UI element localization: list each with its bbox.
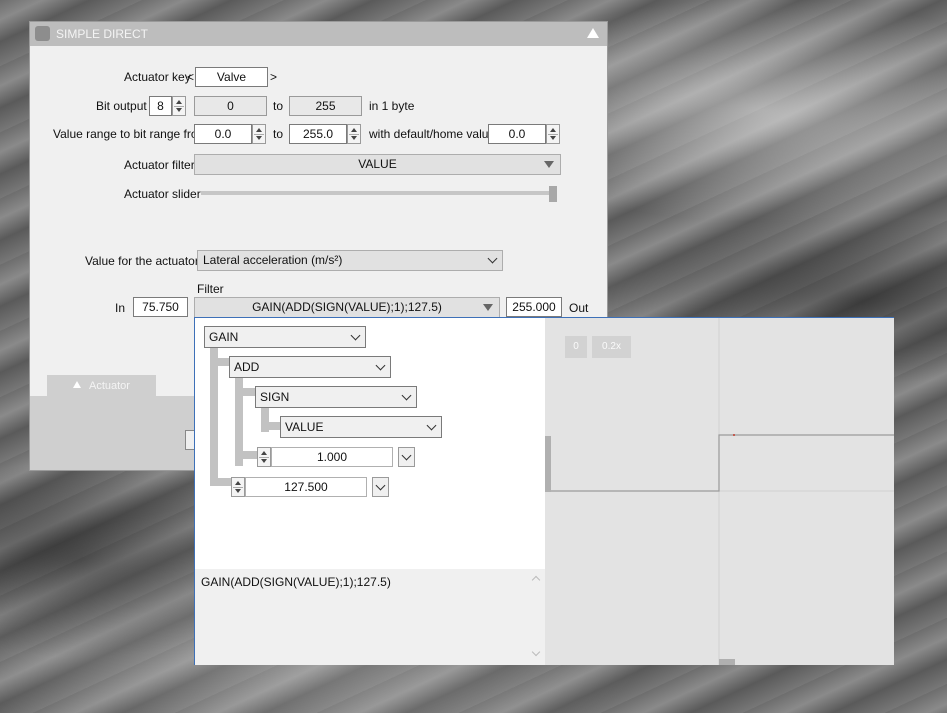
dropdown-arrow-icon — [483, 304, 493, 311]
in-label: In — [115, 301, 126, 315]
default-value-stepper[interactable] — [546, 124, 560, 144]
bit-output-stepper[interactable] — [172, 96, 186, 116]
actuator-key-next-button[interactable]: > — [270, 70, 277, 84]
out-label: Out — [569, 301, 589, 315]
scroll-up-icon[interactable] — [531, 575, 541, 585]
node-value-dropdown[interactable]: VALUE — [280, 416, 442, 438]
bit-range-from: 0 — [194, 96, 267, 116]
filter-heading: Filter — [197, 282, 224, 296]
actuator-slider-track[interactable] — [201, 191, 557, 195]
actuator-slider-label: Actuator slider — [124, 187, 201, 201]
actuator-slider-thumb[interactable] — [549, 186, 557, 202]
default-value-field[interactable]: 0.0 — [488, 124, 546, 144]
graph-left-handle[interactable] — [545, 436, 551, 492]
node-add-dropdown[interactable]: ADD — [229, 356, 391, 378]
chevron-down-icon — [401, 390, 412, 401]
tab-actuator[interactable]: Actuator — [47, 375, 156, 397]
graph-zoom-button[interactable]: 0.2x — [592, 336, 631, 358]
current-value-marker — [733, 434, 735, 436]
graph-bottom-handle[interactable] — [719, 659, 735, 665]
chevron-down-icon — [375, 360, 386, 371]
tree-connector — [210, 478, 232, 486]
in-value-field: 75.750 — [133, 297, 188, 317]
bit-output-field[interactable]: 8 — [149, 96, 172, 116]
node-sign-dropdown[interactable]: SIGN — [255, 386, 417, 408]
chevron-down-icon — [350, 330, 361, 341]
bit-range-to: 255 — [289, 96, 362, 116]
tab-up-icon — [73, 381, 81, 388]
graph-reset-button[interactable]: 0 — [565, 336, 587, 358]
out-value-field: 255.000 — [506, 297, 562, 317]
chevron-down-icon — [401, 450, 412, 461]
filter-expression-value: GAIN(ADD(SIGN(VALUE);1);127.5) — [252, 300, 442, 314]
gain-constant-stepper[interactable] — [231, 477, 245, 497]
actuator-filter-value: VALUE — [358, 157, 397, 171]
expression-text: GAIN(ADD(SIGN(VALUE);1);127.5) — [201, 575, 391, 589]
tree-connector — [235, 451, 257, 459]
actuator-filter-label: Actuator filter — [124, 158, 195, 172]
add-constant-menu-button[interactable] — [398, 447, 415, 467]
value-for-actuator-dropdown[interactable]: Lateral acceleration (m/s²) — [197, 250, 503, 271]
expression-scrollbar[interactable] — [529, 569, 545, 665]
response-curve — [545, 434, 894, 492]
chevron-down-icon — [426, 420, 437, 431]
bit-to-label: to — [273, 99, 284, 113]
window-title: SIMPLE DIRECT — [56, 27, 149, 41]
value-range-to-field[interactable]: 255.0 — [289, 124, 347, 144]
gain-constant-menu-button[interactable] — [372, 477, 389, 497]
node-gain-dropdown[interactable]: GAIN — [204, 326, 366, 348]
tab-actuator-label: Actuator — [89, 380, 130, 392]
actuator-filter-dropdown[interactable]: VALUE — [194, 154, 561, 175]
response-graph[interactable]: 0 0.2x — [545, 318, 894, 665]
filter-editor-popup: GAIN ADD SIGN VALUE 1.000 127.500 GAIN(A… — [194, 317, 894, 665]
node-add-label: ADD — [234, 360, 260, 374]
value-for-actuator-value: Lateral acceleration (m/s²) — [203, 253, 343, 267]
actuator-key-prev-button[interactable]: < — [187, 70, 194, 84]
node-gain-label: GAIN — [209, 330, 239, 344]
gain-constant-field[interactable]: 127.500 — [245, 477, 367, 497]
node-sign-label: SIGN — [260, 390, 290, 404]
add-constant-field[interactable]: 1.000 — [271, 447, 393, 467]
title-bar[interactable]: SIMPLE DIRECT — [30, 22, 607, 46]
value-for-actuator-label: Value for the actuator — [85, 254, 199, 268]
actuator-key-label: Actuator key — [124, 70, 191, 84]
app-logo-icon — [35, 26, 50, 41]
default-value-label: with default/home value — [369, 127, 496, 141]
scroll-down-icon[interactable] — [531, 647, 541, 657]
node-value-label: VALUE — [285, 420, 324, 434]
collapse-up-icon[interactable] — [587, 28, 599, 38]
value-range-from-field[interactable]: 0.0 — [194, 124, 252, 144]
value-range-to-stepper[interactable] — [347, 124, 361, 144]
dropdown-arrow-icon — [544, 161, 554, 168]
tree-connector — [235, 388, 257, 396]
byte-count-label: in 1 byte — [369, 99, 415, 113]
filter-expression-dropdown[interactable]: GAIN(ADD(SIGN(VALUE);1);127.5) — [194, 297, 500, 318]
add-constant-stepper[interactable] — [257, 447, 271, 467]
value-range-from-stepper[interactable] — [252, 124, 266, 144]
chevron-down-icon — [375, 480, 386, 491]
value-to-label: to — [273, 127, 284, 141]
value-range-label: Value range to bit range from — [53, 127, 208, 141]
graph-canvas — [545, 318, 894, 665]
chevron-down-icon — [487, 253, 498, 264]
bit-output-label: Bit output — [96, 99, 147, 113]
expression-textarea[interactable]: GAIN(ADD(SIGN(VALUE);1);127.5) — [195, 569, 545, 665]
actuator-key-field[interactable]: Valve — [195, 67, 268, 87]
tree-connector — [210, 346, 218, 486]
